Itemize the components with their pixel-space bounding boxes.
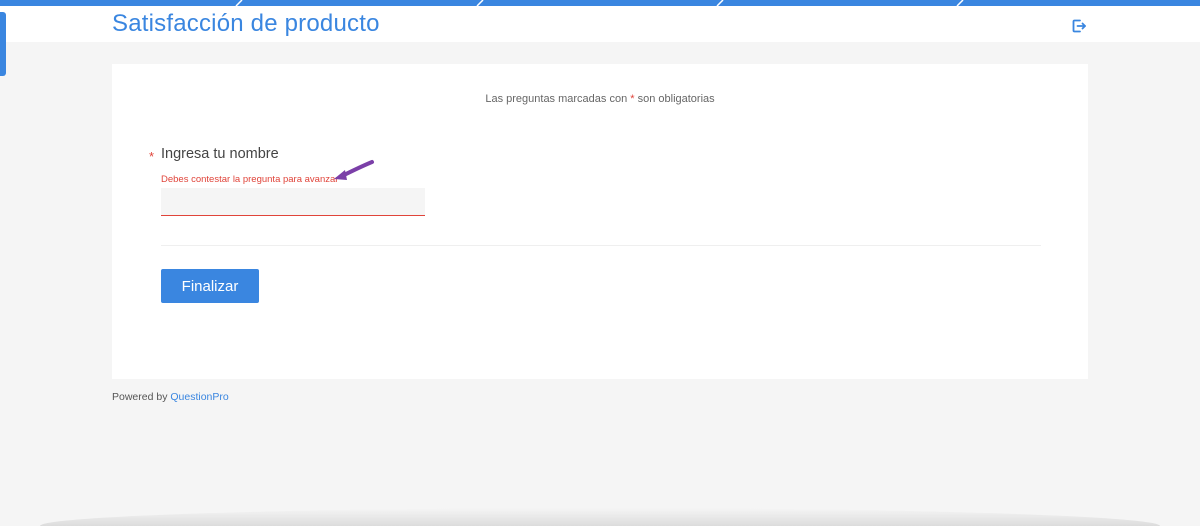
page-title: Satisfacción de producto: [112, 10, 380, 37]
logout-icon[interactable]: [1071, 18, 1087, 34]
required-note-prefix: Las preguntas marcadas con: [485, 93, 631, 105]
name-input[interactable]: [161, 188, 425, 216]
divider: [161, 245, 1041, 246]
required-note: Las preguntas marcadas con * son obligat…: [112, 93, 1088, 105]
powered-by-prefix: Powered by: [112, 391, 171, 403]
required-marker: *: [149, 149, 155, 164]
window-bottom-shadow: [40, 508, 1160, 526]
page-header: Satisfacción de producto: [0, 6, 1200, 42]
survey-page: Satisfacción de producto Las preguntas m…: [0, 0, 1200, 526]
annotation-arrow-icon: [330, 158, 378, 184]
required-note-suffix: son obligatorias: [634, 93, 715, 105]
question-label: Ingresa tu nombre: [161, 146, 279, 162]
side-tab[interactable]: [0, 12, 6, 76]
powered-by: Powered by QuestionPro: [112, 391, 229, 403]
finish-button[interactable]: Finalizar: [161, 269, 259, 303]
error-message: Debes contestar la pregunta para avanzar: [161, 174, 339, 185]
questionpro-link[interactable]: QuestionPro: [170, 391, 228, 403]
survey-card: Las preguntas marcadas con * son obligat…: [112, 64, 1088, 379]
